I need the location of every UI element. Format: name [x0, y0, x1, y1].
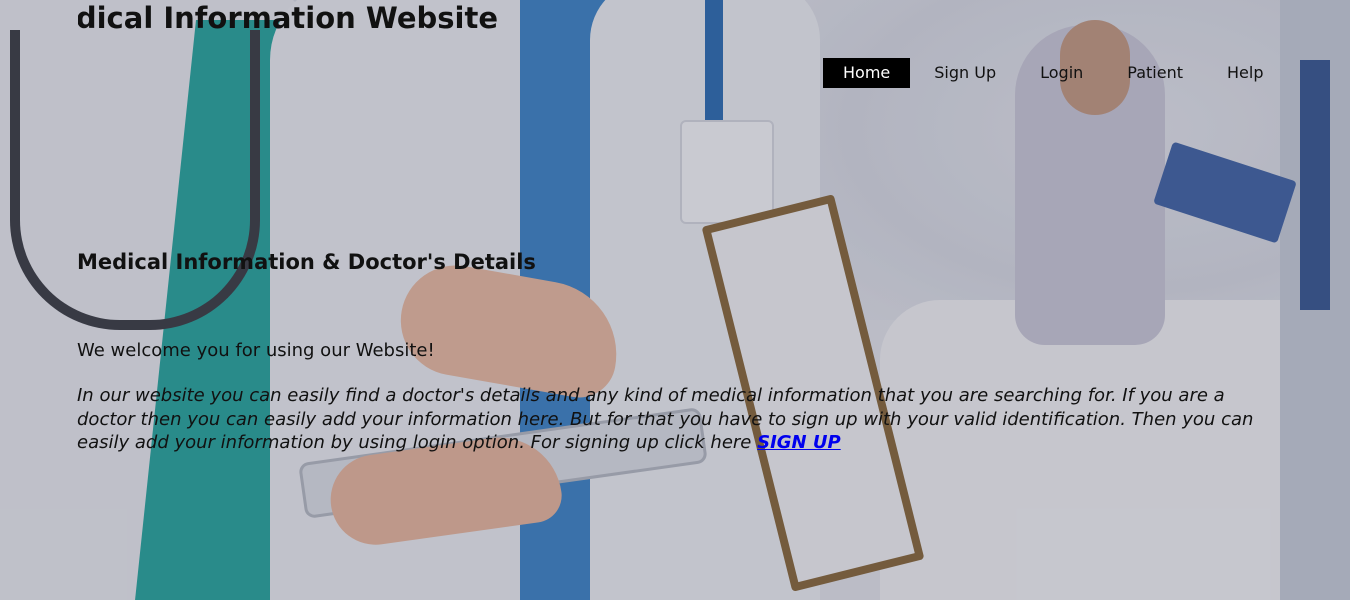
- welcome-text: We welcome you for using our Website!: [77, 340, 435, 361]
- description-text: In our website you can easily find a doc…: [77, 384, 1277, 455]
- background-overlay: [0, 0, 1350, 600]
- site-title: Medical Information Website: [78, 1, 498, 35]
- nav-help[interactable]: Help: [1207, 58, 1283, 88]
- nav-login[interactable]: Login: [1020, 58, 1103, 88]
- signup-link[interactable]: SIGN UP: [757, 432, 841, 453]
- main-nav: Home Sign Up Login Patient Help: [823, 58, 1287, 88]
- description-body: In our website you can easily find a doc…: [77, 385, 1254, 453]
- nav-sign-up[interactable]: Sign Up: [914, 58, 1016, 88]
- nav-patient[interactable]: Patient: [1107, 58, 1203, 88]
- nav-home[interactable]: Home: [823, 58, 911, 88]
- section-heading: Medical Information & Doctor's Details: [77, 250, 536, 274]
